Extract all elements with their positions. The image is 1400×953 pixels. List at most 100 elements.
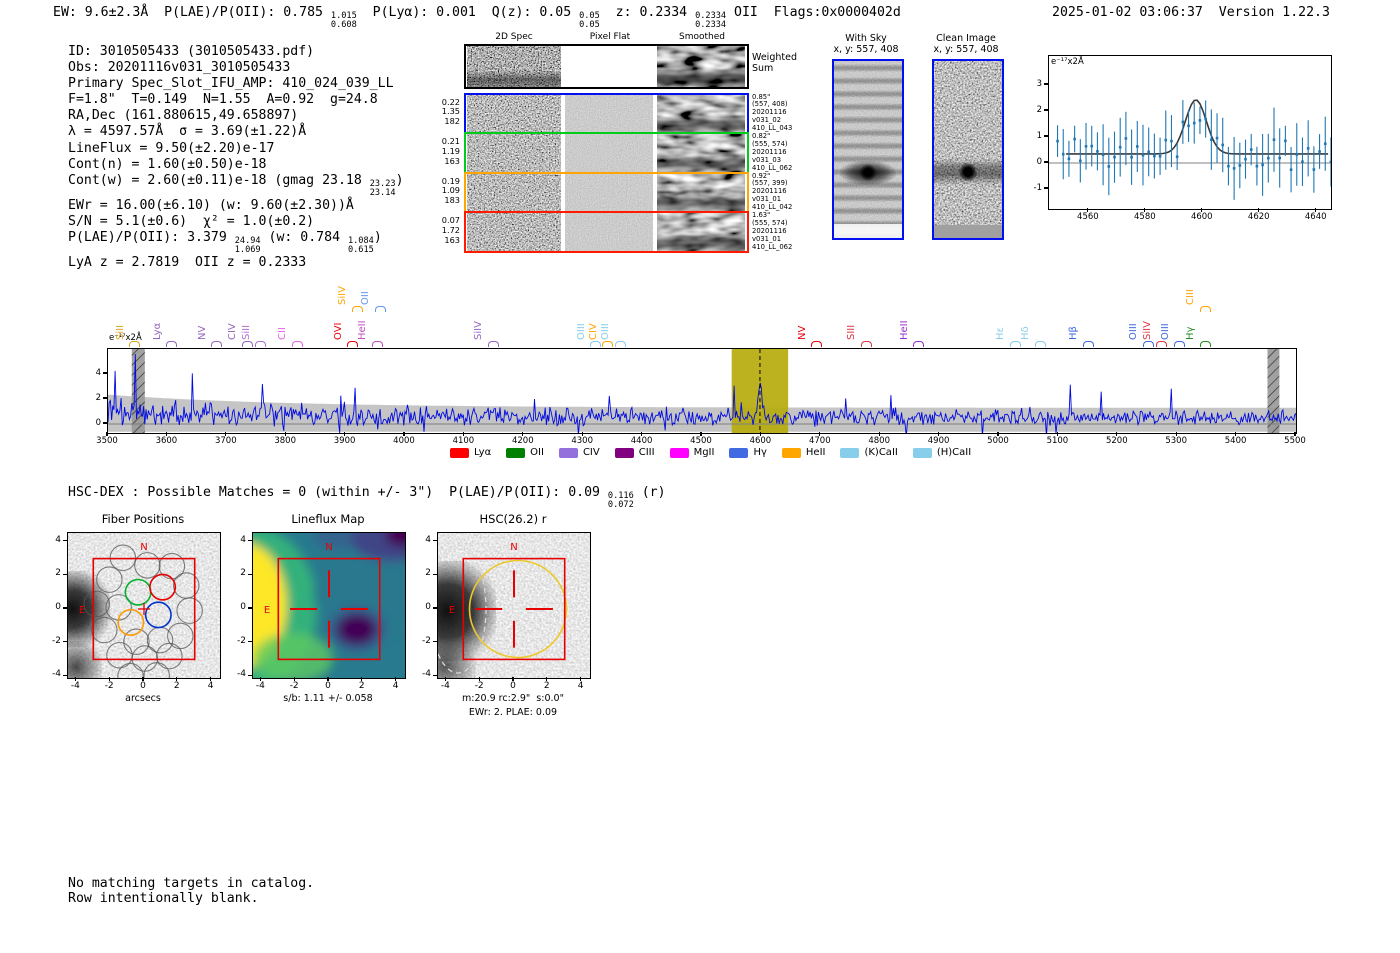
info-line: Obs: 20201116v031_3010505433 [68,60,291,76]
stacked-uncertainty: 0.116 0.072 [607,491,634,510]
hsc-dex-summary: HSC-DEX : Possible Matches = 0 (within +… [68,485,666,510]
legend-label: (K)CaII [864,447,898,458]
tick-label: 0 [325,681,331,691]
2d-spec-image [467,213,561,251]
lineflux-xlabel: s/b: 1.11 +/- 0.058 [283,693,373,704]
axis-tick [103,422,107,424]
legend-label: (H)CaII [936,447,972,458]
clean-image-title: Clean Image [936,33,996,44]
row-fiber-label: 0.82" (555, 574) 20201116 v031_03 410_LL_062 [752,132,793,172]
legend-item: (H)CaII [912,447,972,458]
smoothed-image [657,213,745,251]
emission-line-label: HeII [898,320,910,340]
info-line: Cont(w) = 2.60(±0.11)e-18 (gmag 23.18 23… [68,172,404,198]
info-line: EWr = 16.00(±6.10) (w: 9.60(±2.30))Å [68,197,354,213]
pixel-flat-image [565,94,653,132]
pixel-flat-image [565,213,653,251]
bottom-light [834,224,902,238]
spec2d-row [464,211,749,253]
tick-label: 4700 [808,436,831,446]
emission-line-label: SiIV [1141,321,1153,340]
axis-tick [1044,161,1048,163]
row-fiber-label: 1.63" (555, 574) 20201116 v031_01 410_LL_062 [752,211,793,251]
stacked-uncertainty: 24.94 1.069 [234,235,261,255]
tick-label: 3800 [274,436,296,446]
tick-label: 4 [207,681,214,691]
fiber-positions-title: Fiber Positions [101,512,185,526]
emission-line-label: NV [796,325,808,340]
axis-tick [1044,187,1048,189]
clean-image-coords: x, y: 557, 408 [933,44,999,55]
line-brace-icon [1009,341,1021,347]
emission-line-label: CIII [1185,289,1197,305]
svg-text:N: N [140,542,147,553]
tick-label: 4640 [1304,212,1327,222]
noise-overlay [834,61,902,238]
legend-item: Hγ [729,447,767,458]
svg-text:N: N [325,542,332,553]
line-brace-icon [860,341,872,347]
tick-label: -2 [422,635,431,646]
emission-line-label: HeII [357,320,369,340]
tick-label: 2 [95,392,101,403]
stacked-uncertainty: 0.2334 0.2334 [695,11,727,30]
noise-layer [934,61,1002,238]
tick-label: -1 [1033,183,1042,193]
tick-label: 3600 [155,436,178,446]
axis-tick [63,674,67,676]
lineflux-map-title: Lineflux Map [291,512,365,526]
line-brace-icon [811,341,823,347]
axis-tick [63,607,67,609]
detection-info-block: ID: 3010505433 (3010505433.pdf) Obs: 2020… [68,44,404,271]
row-stats-label: 0.22 1.35 182 [441,96,460,127]
line-fit-inset-plot [1048,55,1333,210]
tick-label: 4600 [1190,212,1213,222]
legend-label: Hγ [753,447,767,458]
legend-item: CIV [558,447,600,458]
smoothed-dark-band [657,94,745,132]
legend-swatch [840,447,860,458]
emission-line-label: OVI [332,322,344,341]
spec2d-row [464,44,749,89]
tick-label: -4 [255,681,265,691]
emission-line-label: CIV [227,323,239,340]
legend-item: CIII [614,447,655,458]
legend-label: MgII [693,447,715,458]
line-brace-icon [913,341,925,347]
tick-label: 3700 [214,436,237,446]
axis-tick [103,372,107,374]
tick-label: 5200 [1105,436,1128,446]
tick-label: 0 [140,681,146,691]
2d-spec-image [467,134,561,172]
report-version: Version 1.22.3 [1218,5,1330,20]
row-stats-label: 0.07 1.72 163 [441,215,460,245]
smoothed-image [657,173,745,211]
smoothed-dark-band [657,46,745,87]
tick-label: 3900 [333,436,356,446]
emission-line-label: Hδ [1020,326,1032,340]
spec2d-col-title: 2D Spec [495,32,533,42]
report-header-summary: EW: 9.6±2.3Å P(LAE)/P(OII): 0.785 1.015 0… [53,5,901,30]
emission-line-label: SIII [846,324,858,340]
tick-label: -2 [52,635,61,646]
tick-label: 3 [1036,79,1042,89]
line-brace-icon [211,341,223,347]
source-core [859,164,877,181]
legend-swatch [506,447,526,458]
tick-label: 4580 [1134,212,1156,222]
axis-tick [248,674,252,676]
tick-label: 5100 [1046,436,1069,446]
tick-label: -2 [237,635,246,646]
axis-tick [433,674,437,676]
fiber-positions-panel: NE [67,532,221,679]
report-timestamp: 2025-01-02 03:06:37 [1052,5,1203,20]
emission-line-label: OIII [1159,323,1171,340]
legend-label: HeII [805,447,826,458]
info-line: λ = 4597.57Å σ = 3.69(±1.22)Å [68,124,307,140]
2d-spec-image [467,173,561,211]
stacked-uncertainty: 0.05 0.05 [579,11,600,30]
2d-spec-image [467,46,561,87]
smoothed-dark-band [657,173,745,211]
tick-label: 0 [55,602,61,612]
line-brace-icon [129,341,141,347]
